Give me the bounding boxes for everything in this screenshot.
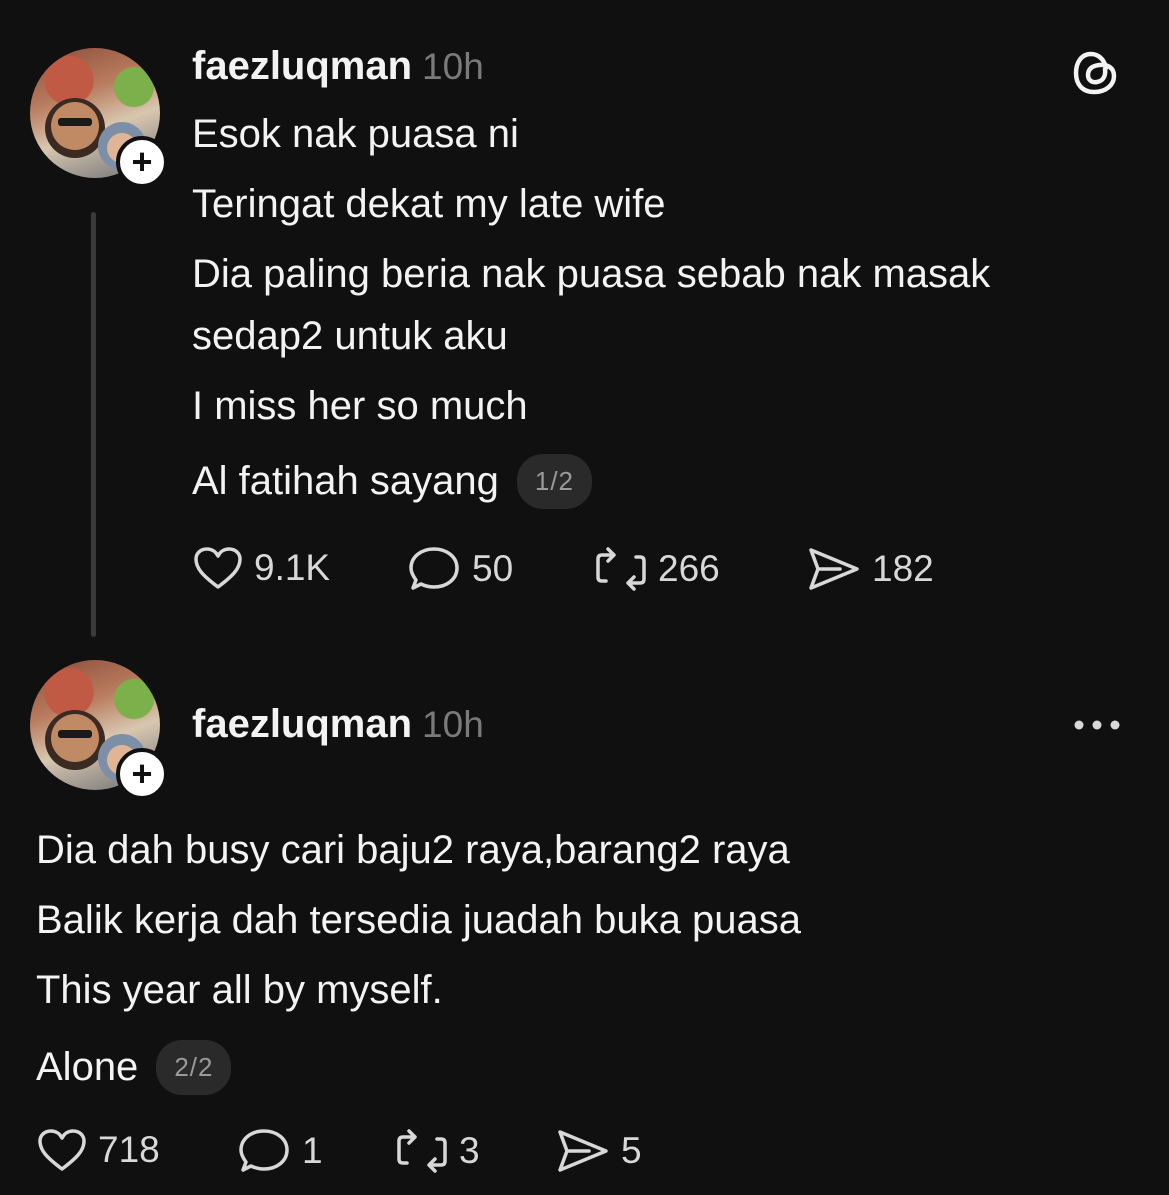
timestamp: 10h [422,704,484,745]
reply-count: 1 [302,1130,323,1171]
heart-icon [38,1129,86,1171]
send-icon [809,548,859,590]
follow-plus-button[interactable]: + [116,136,168,188]
post-text-line: I miss her so much [192,384,528,428]
timestamp: 10h [422,46,484,87]
share-count: 182 [872,548,934,589]
repost-button[interactable]: 266 [594,545,720,593]
post-text-line: Balik kerja dah tersedia juadah buka pua… [36,898,801,942]
reply-count: 50 [472,548,514,589]
repost-button[interactable]: 3 [395,1127,480,1175]
username[interactable]: faezluqman [192,702,412,746]
thread-connector-line [91,212,96,637]
post-header: faezluqman 10h [192,44,484,89]
post-text-line: Dia dah busy cari baju2 raya,barang2 ray… [36,828,790,872]
more-options-icon[interactable] [1072,718,1122,732]
username[interactable]: faezluqman [192,44,412,88]
speech-bubble-icon [409,547,459,590]
post-text-line: Esok nak puasa ni [192,112,519,156]
page-badge: 1/2 [516,454,593,509]
repost-count: 266 [658,548,720,589]
send-icon [558,1130,608,1172]
post-1: + faezluqman 10h Esok nak puasa ni Tering… [0,0,1169,640]
like-count: 718 [98,1129,160,1170]
reply-button[interactable]: 1 [238,1127,323,1175]
post-header: faezluqman 10h [192,702,484,747]
like-count: 9.1K [254,547,331,588]
like-button[interactable]: 718 [36,1127,160,1173]
threads-logo-icon[interactable] [1072,48,1120,98]
post-2: + faezluqman 10h Dia dah busy cari baju2 … [0,640,1169,1195]
share-count: 5 [621,1130,642,1171]
post-text-line: This year all by myself. [36,968,443,1012]
post-text-line: Dia paling beria nak puasa sebab nak mas… [192,252,991,296]
follow-plus-button[interactable]: + [116,748,168,800]
post-text-line-last: Al fatihah sayang 1/2 [192,454,593,509]
reply-button[interactable]: 50 [408,545,513,593]
repost-icon [397,1129,447,1173]
speech-bubble-icon [239,1129,289,1172]
heart-icon [194,547,242,589]
post-text-line-last: Alone 2/2 [36,1040,232,1095]
share-button[interactable]: 182 [806,545,934,593]
post-text-line: sedap2 untuk aku [192,314,508,358]
repost-count: 3 [459,1130,480,1171]
repost-icon [596,547,646,591]
post-text-line: Teringat dekat my late wife [192,182,666,226]
post-text: Al fatihah sayang [192,459,499,503]
like-button[interactable]: 9.1K [192,545,330,591]
page-badge: 2/2 [156,1040,232,1095]
share-button[interactable]: 5 [555,1127,642,1175]
post-text: Alone [36,1045,139,1089]
